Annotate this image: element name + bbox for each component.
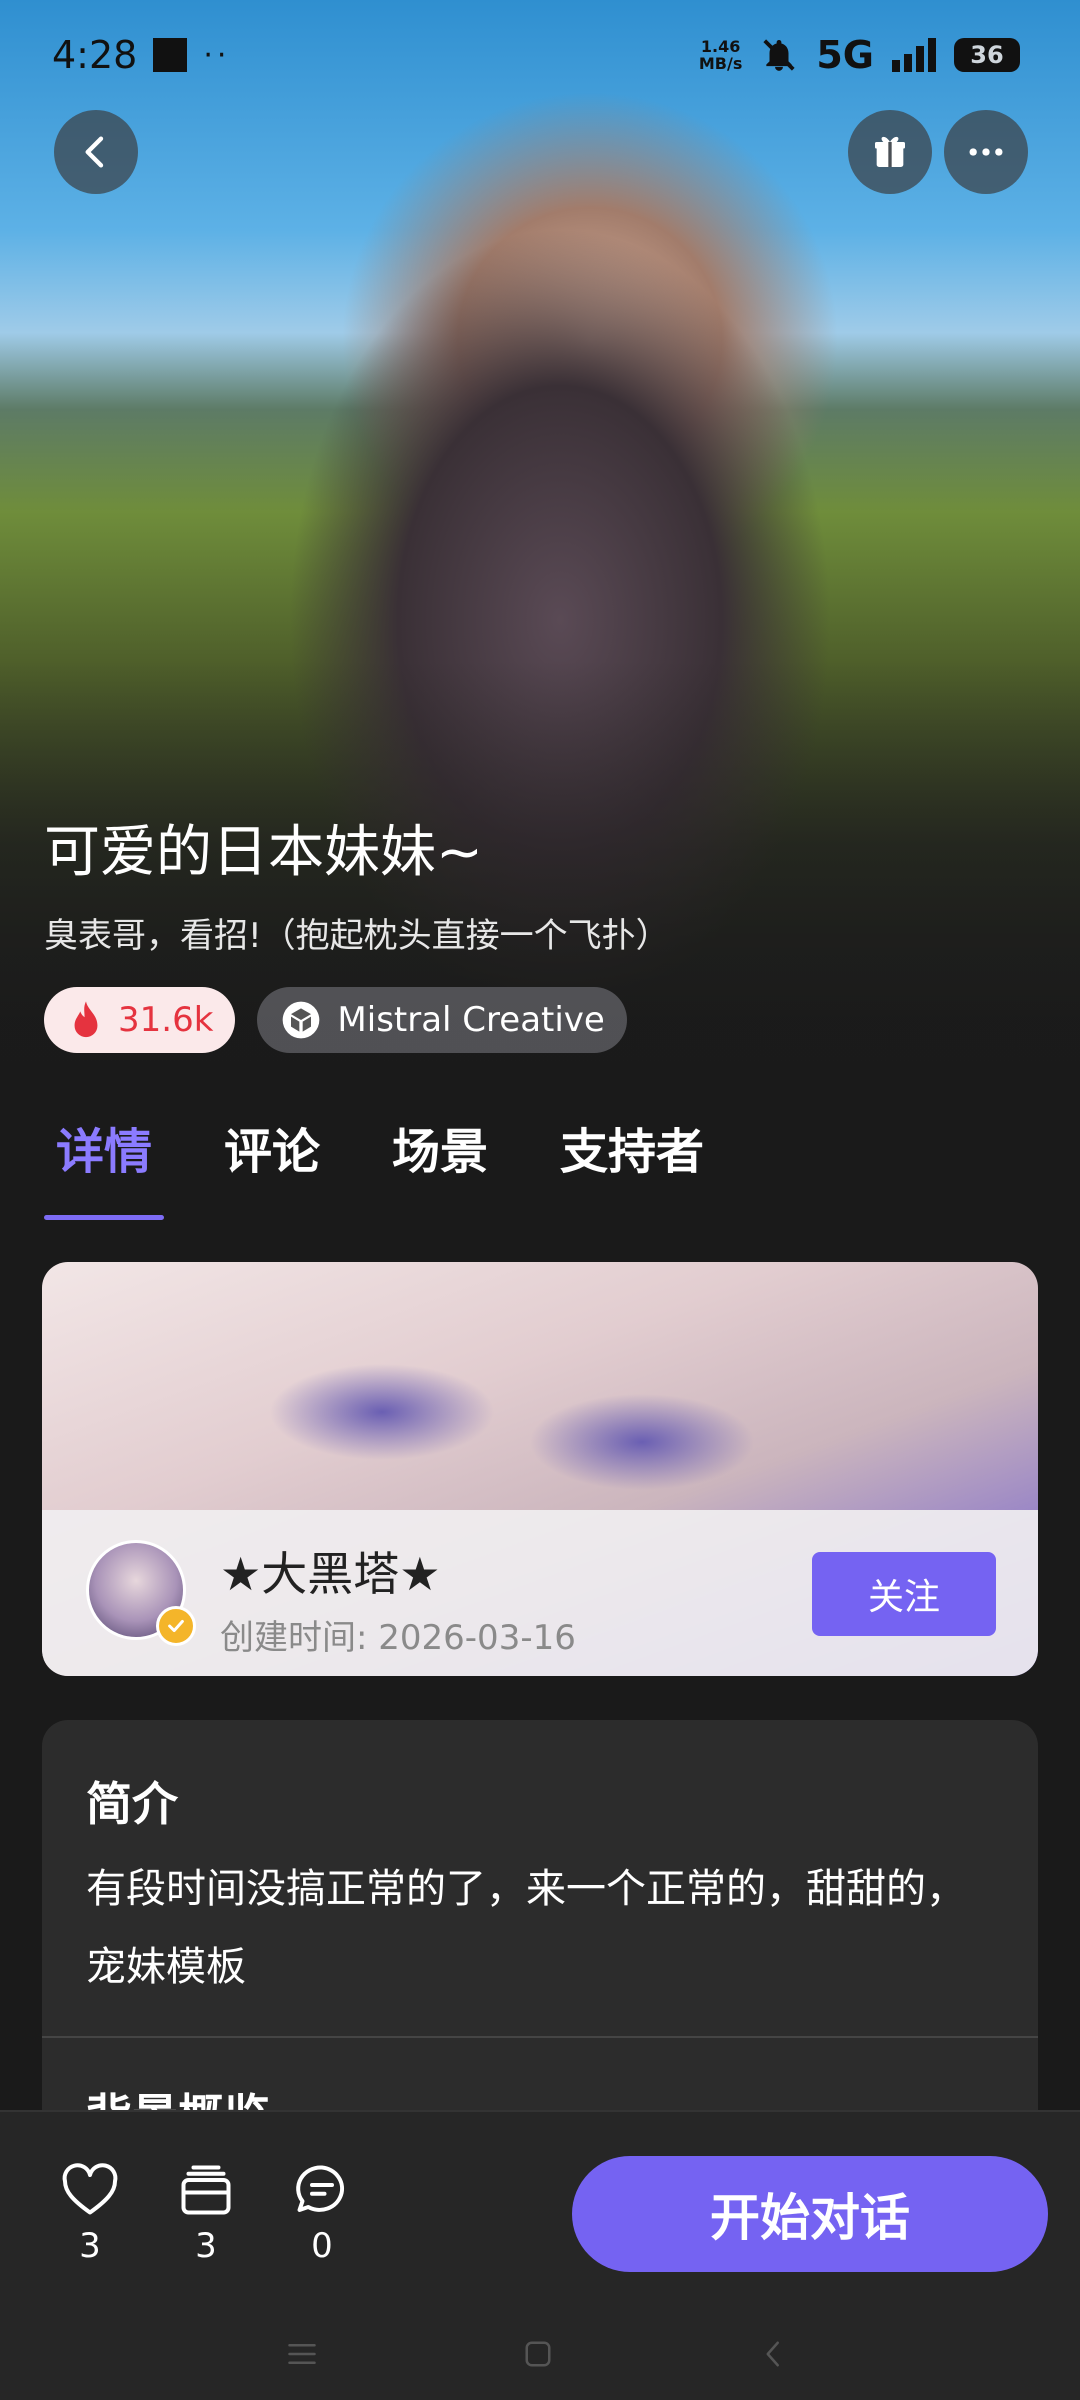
more-horizontal-icon xyxy=(969,148,1003,156)
detail-tabs: 详情 评论 场景 支持者 xyxy=(43,1112,776,1220)
creator-name[interactable]: ★大黑塔★ xyxy=(220,1538,440,1604)
model-cube-icon xyxy=(283,1001,320,1039)
intro-title: 简介 xyxy=(86,1777,178,1831)
menu-nav-button[interactable] xyxy=(272,2324,332,2384)
status-bar: 4:28 ·· 1.46 MB/s 5G 36 xyxy=(0,0,1080,110)
network-speed: 1.46 MB/s xyxy=(698,37,743,73)
created-date: 创建时间: 2026-03-16 xyxy=(220,1618,576,1658)
system-nav-bar xyxy=(0,2324,1080,2384)
intro-text: 有段时间没搞正常的了，来一个正常的，甜甜的，宠妹模板 xyxy=(86,1866,966,1990)
home-square-icon xyxy=(525,2341,551,2367)
comment-icon xyxy=(296,2165,345,2212)
like-button[interactable]: 3 xyxy=(55,2162,125,2266)
creator-card[interactable]: ★大黑塔★ 创建时间: 2026-03-16 关注 xyxy=(42,1262,1038,1676)
character-title: 可爱的日本妹妹~ xyxy=(44,820,483,885)
divider xyxy=(42,2036,1038,2038)
notification-icon xyxy=(153,38,188,72)
character-subtitle: 臭表哥，看招!（抱起枕头直接一个飞扑） xyxy=(44,916,670,956)
flame-icon xyxy=(74,1001,98,1038)
verified-icon xyxy=(156,1606,196,1646)
tab-details[interactable]: 详情 xyxy=(43,1112,165,1220)
network-type: 5G xyxy=(816,33,874,77)
model-badge[interactable]: Mistral Creative xyxy=(257,987,627,1053)
intro-section: 简介 有段时间没搞正常的了，来一个正常的，甜甜的，宠妹模板 背景概览 xyxy=(42,1720,1038,2143)
tab-supporters[interactable]: 支持者 xyxy=(560,1112,704,1220)
home-nav-button[interactable] xyxy=(508,2324,568,2384)
follow-button[interactable]: 关注 xyxy=(812,1552,996,1636)
battery-icon: 36 xyxy=(954,38,1020,72)
card-stack-icon xyxy=(181,2165,231,2215)
character-header: 可爱的日本妹妹~ 臭表哥，看招!（抱起枕头直接一个飞扑） 31.6k Mistr… xyxy=(44,808,1044,1053)
back-triangle-icon xyxy=(766,2341,779,2367)
card-count: 3 xyxy=(195,2226,217,2266)
tab-comments[interactable]: 评论 xyxy=(224,1112,320,1220)
more-notifications-icon: ·· xyxy=(203,37,231,73)
start-chat-button[interactable]: 开始对话 xyxy=(572,2156,1048,2272)
cards-button[interactable]: 3 xyxy=(171,2162,241,2266)
hero-background xyxy=(0,0,1080,1280)
heart-icon xyxy=(62,2163,118,2215)
comment-button[interactable]: 0 xyxy=(287,2162,357,2266)
creator-info: ★大黑塔★ 创建时间: 2026-03-16 关注 xyxy=(42,1510,1038,1676)
signal-icon xyxy=(892,38,936,72)
gift-button[interactable] xyxy=(848,110,932,194)
gift-icon xyxy=(875,136,905,167)
back-button[interactable] xyxy=(54,110,138,194)
back-nav-button[interactable] xyxy=(744,2324,804,2384)
bottom-action-bar: 3 3 0 开始对话 xyxy=(0,2110,1080,2400)
tab-scenes[interactable]: 场景 xyxy=(392,1112,488,1220)
more-button[interactable] xyxy=(944,110,1028,194)
like-count: 3 xyxy=(79,2226,101,2266)
menu-icon xyxy=(288,2344,316,2364)
hot-count-badge: 31.6k xyxy=(44,987,236,1053)
chevron-left-icon xyxy=(85,136,104,168)
bell-off-icon xyxy=(763,39,795,71)
comment-count: 0 xyxy=(311,2226,333,2266)
status-time: 4:28 xyxy=(52,33,138,77)
